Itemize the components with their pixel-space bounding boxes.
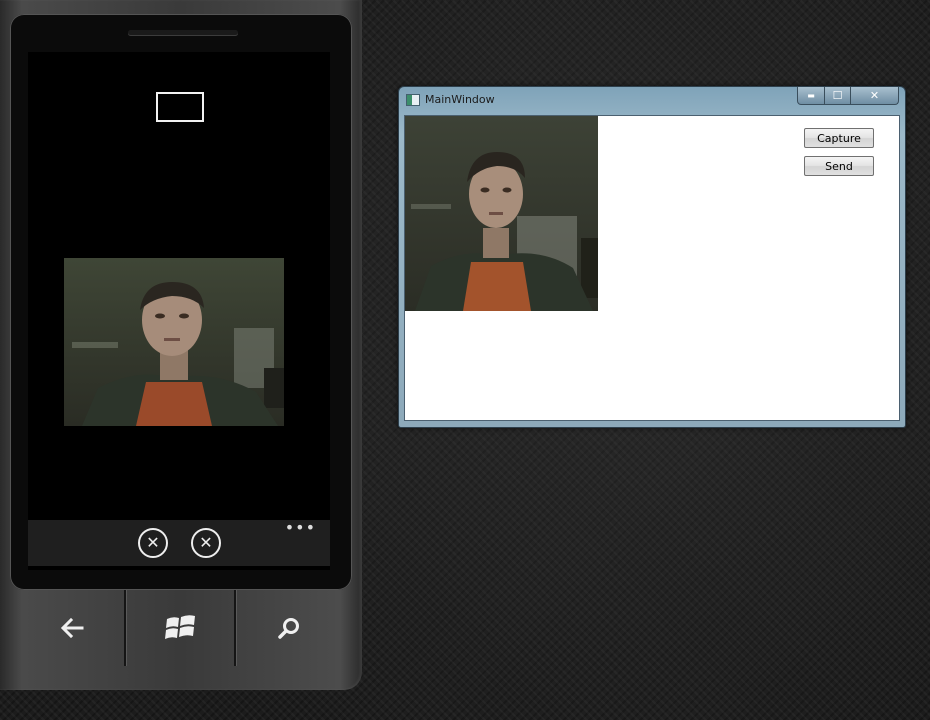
appbar-more-button[interactable]: •••: [285, 520, 316, 536]
main-window: MainWindow ▬ ☐ ✕ Capture Send: [398, 86, 906, 428]
minimize-icon: ▬: [807, 91, 815, 100]
hardware-separator: [234, 590, 236, 666]
hardware-search-button[interactable]: [237, 590, 341, 666]
window-client-area: Capture Send: [404, 115, 900, 421]
windows-logo-icon: [164, 615, 195, 639]
appbar-close-button-2[interactable]: ✕: [191, 528, 221, 558]
captured-image: [405, 116, 598, 311]
hardware-back-button[interactable]: [20, 590, 124, 666]
close-icon: ✕: [869, 89, 880, 102]
window-minimize-button[interactable]: ▬: [797, 87, 825, 105]
send-button[interactable]: Send: [804, 156, 874, 176]
phone-camera-preview: [64, 258, 284, 426]
window-maximize-button[interactable]: ☐: [824, 87, 851, 105]
phone-device: ✕ ✕ •••: [0, 0, 362, 690]
phone-hardware-buttons: [0, 590, 362, 686]
camera-focus-rectangle: [156, 92, 204, 122]
phone-screen: ✕ ✕ •••: [28, 52, 330, 570]
hardware-start-button[interactable]: [127, 590, 234, 666]
maximize-icon: ☐: [832, 89, 843, 102]
hardware-separator: [124, 590, 126, 666]
phone-preview-image: [64, 258, 284, 426]
window-close-button[interactable]: ✕: [850, 87, 899, 105]
search-icon: [278, 618, 299, 639]
back-arrow-icon: [60, 617, 84, 639]
capture-button[interactable]: Capture: [804, 128, 874, 148]
window-camera-image: [405, 116, 598, 311]
phone-speaker: [128, 30, 238, 35]
phone-app-bar: ✕ ✕ •••: [28, 520, 330, 566]
window-title: MainWindow: [425, 93, 495, 106]
appbar-close-button-1[interactable]: ✕: [138, 528, 168, 558]
window-app-icon: [406, 94, 420, 106]
